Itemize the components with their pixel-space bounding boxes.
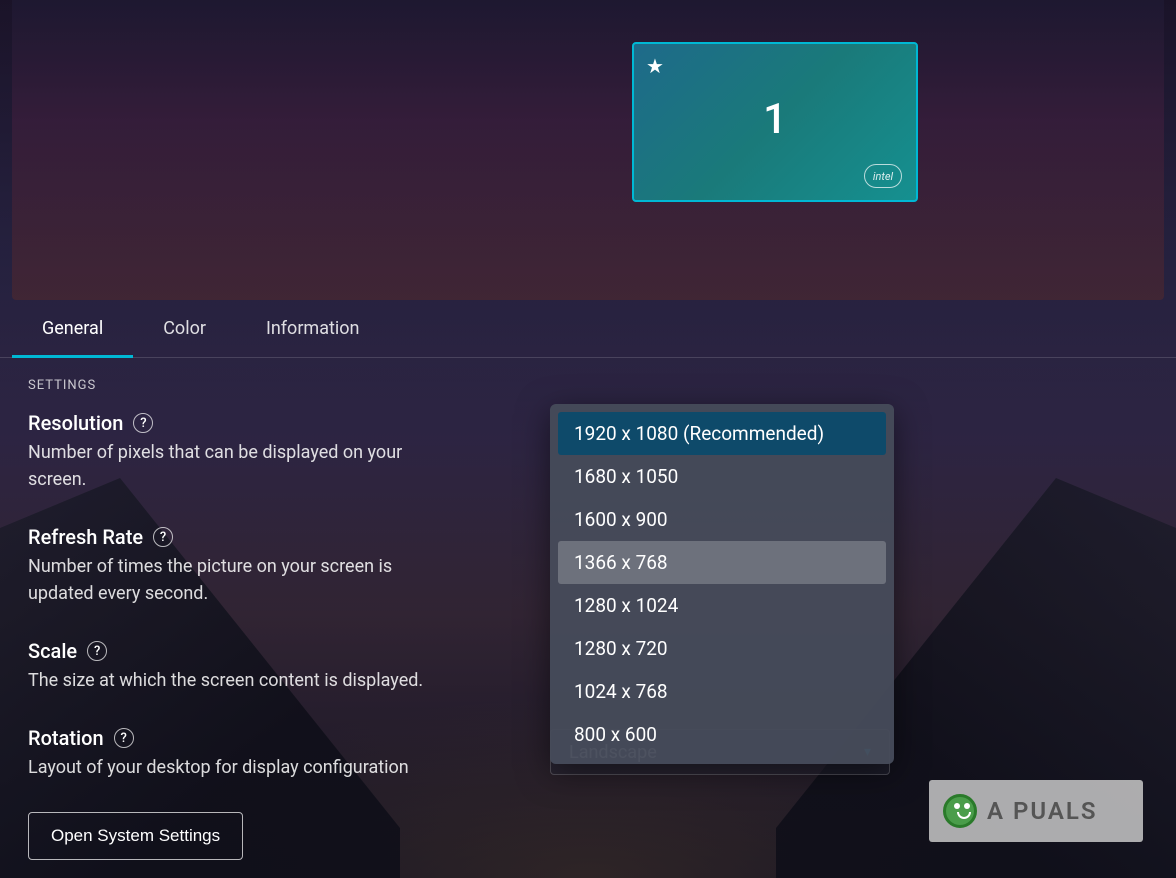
refresh-rate-title: Refresh Rate [28, 525, 143, 549]
tab-information[interactable]: Information [236, 300, 390, 357]
scale-description: The size at which the screen content is … [28, 667, 458, 694]
tab-general[interactable]: General [12, 300, 133, 357]
rotation-title: Rotation [28, 726, 104, 750]
appuals-logo-icon [943, 794, 977, 828]
display-number: 1 [763, 95, 787, 144]
help-icon[interactable]: ? [153, 527, 173, 547]
resolution-dropdown-menu: 1920 x 1080 (Recommended) 1680 x 1050 16… [550, 404, 894, 764]
resolution-option[interactable]: 1366 x 768 [558, 541, 886, 584]
resolution-description: Number of pixels that can be displayed o… [28, 439, 458, 493]
primary-display-star-icon: ★ [646, 54, 664, 78]
watermark-text: A PUALS [987, 797, 1098, 825]
resolution-option[interactable]: 800 x 600 [558, 713, 886, 756]
settings-section-header: SETTINGS [28, 378, 1148, 393]
open-system-settings-button[interactable]: Open System Settings [28, 812, 243, 860]
resolution-title: Resolution [28, 411, 123, 435]
tab-color[interactable]: Color [133, 300, 236, 357]
help-icon[interactable]: ? [114, 728, 134, 748]
intel-logo-icon: intel [864, 164, 902, 188]
resolution-option[interactable]: 1280 x 1024 [558, 584, 886, 627]
resolution-option[interactable]: 1680 x 1050 [558, 455, 886, 498]
display-preview-panel: ★ 1 intel [12, 0, 1164, 300]
appuals-watermark: A PUALS [929, 780, 1143, 842]
resolution-option[interactable]: 1024 x 768 [558, 670, 886, 713]
resolution-option[interactable]: 1920 x 1080 (Recommended) [558, 412, 886, 455]
rotation-description: Layout of your desktop for display confi… [28, 754, 458, 781]
resolution-option[interactable]: 1280 x 720 [558, 627, 886, 670]
display-monitor-1[interactable]: ★ 1 intel [632, 42, 918, 202]
help-icon[interactable]: ? [133, 413, 153, 433]
resolution-option[interactable]: 1600 x 900 [558, 498, 886, 541]
scale-title: Scale [28, 639, 77, 663]
refresh-rate-description: Number of times the picture on your scre… [28, 553, 458, 607]
help-icon[interactable]: ? [87, 641, 107, 661]
tabs-bar: General Color Information [0, 300, 1176, 358]
